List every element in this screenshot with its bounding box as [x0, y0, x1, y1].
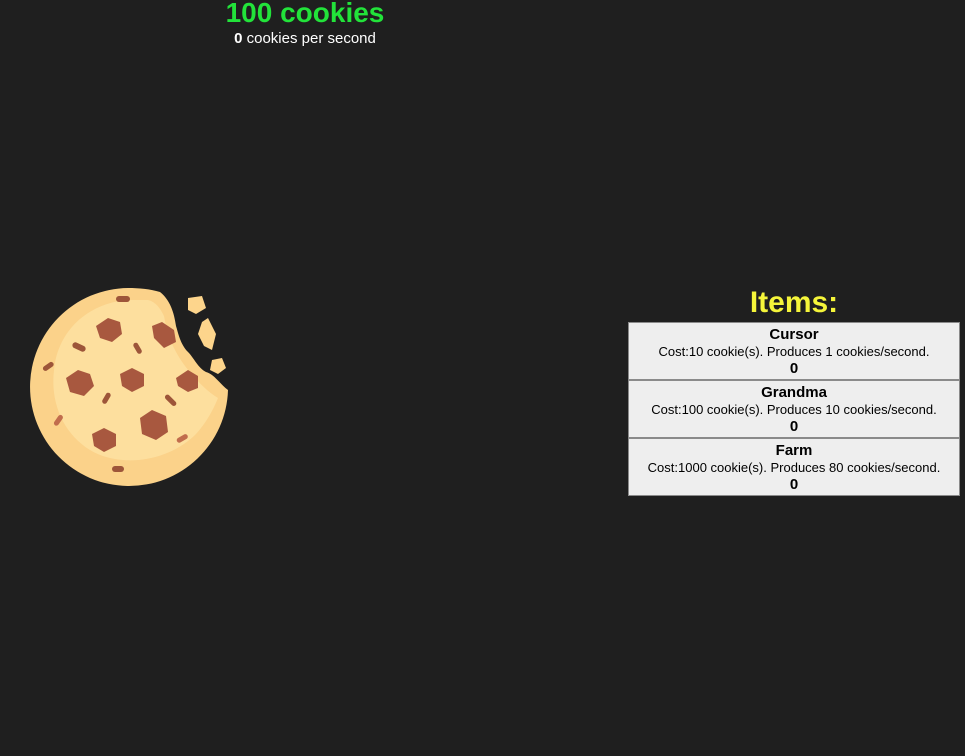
item-name: Grandma — [761, 384, 827, 401]
cookies-per-second: 0 cookies per second — [205, 29, 405, 49]
big-cookie-button[interactable] — [28, 286, 230, 488]
item-farm[interactable]: Farm Cost:1000 cookie(s). Produces 80 co… — [628, 438, 960, 496]
stats-panel: 100 cookies 0 cookies per second — [205, 0, 405, 49]
cookie-count: 100 cookies — [225, 0, 385, 28]
items-title: Items: — [749, 286, 839, 319]
item-description: Cost:10 cookie(s). Produces 1 cookies/se… — [658, 344, 930, 359]
item-count: 0 — [789, 418, 799, 435]
cps-label: cookies per second — [242, 30, 376, 47]
item-name: Cursor — [769, 326, 819, 343]
items-panel: Items: Cursor Cost:10 cookie(s). Produce… — [628, 284, 960, 496]
item-cursor[interactable]: Cursor Cost:10 cookie(s). Produces 1 coo… — [628, 322, 960, 380]
item-count: 0 — [789, 360, 799, 377]
cookie-icon — [30, 288, 229, 486]
item-description: Cost:1000 cookie(s). Produces 80 cookies… — [647, 460, 941, 475]
item-description: Cost:100 cookie(s). Produces 10 cookies/… — [651, 402, 937, 417]
item-name: Farm — [775, 442, 813, 459]
item-count: 0 — [789, 476, 799, 493]
item-grandma[interactable]: Grandma Cost:100 cookie(s). Produces 10 … — [628, 380, 960, 438]
